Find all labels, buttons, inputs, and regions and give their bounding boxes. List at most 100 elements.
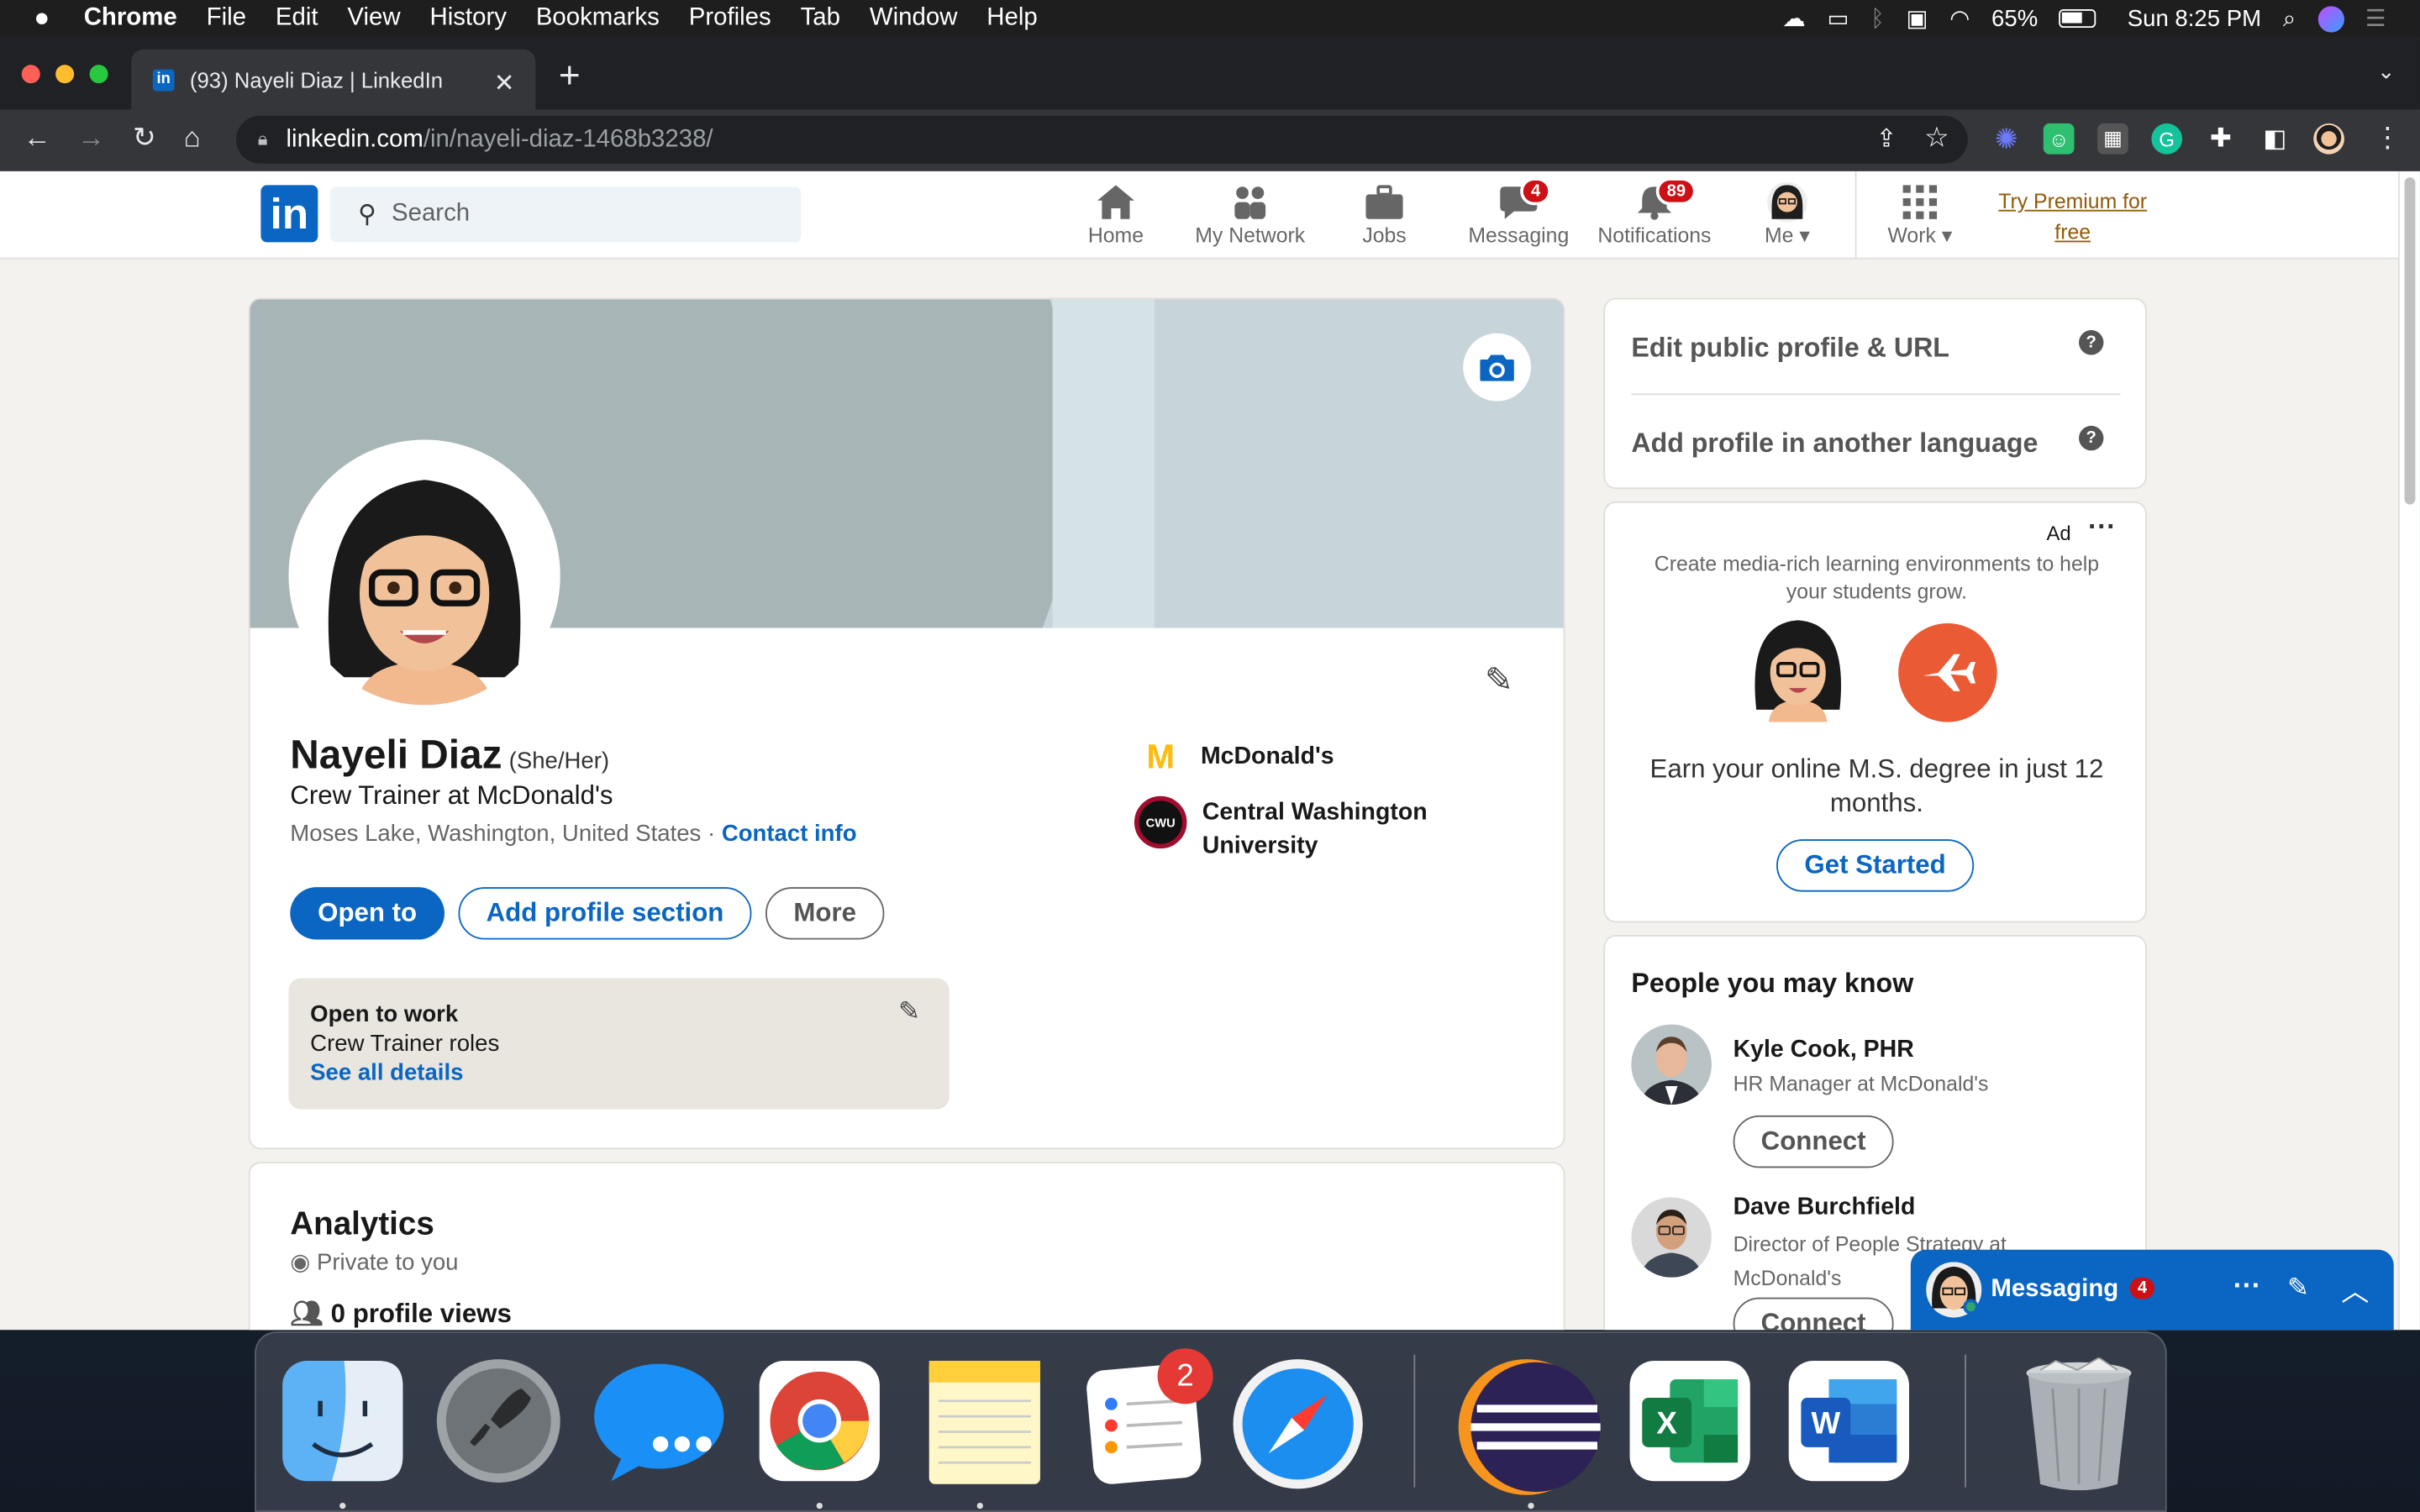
dock-launchpad[interactable] (435, 1357, 562, 1484)
person-name[interactable]: Kyle Cook, PHR (1733, 1037, 1914, 1064)
menu-file[interactable]: File (207, 5, 246, 33)
new-tab-icon[interactable]: + (559, 58, 581, 96)
banner-camera-button[interactable] (1463, 333, 1532, 402)
calendar-icon[interactable]: ▣ (1907, 5, 1928, 32)
tab-linkedin[interactable]: in (93) Nayeli Diaz | LinkedIn (131, 49, 536, 110)
nav-notifications[interactable]: 89 Notifications (1590, 177, 1719, 251)
menu-help[interactable]: Help (986, 5, 1037, 33)
extension-tiles-icon[interactable]: ▦ (2097, 123, 2128, 155)
share-icon[interactable]: ⇪ (1876, 123, 1897, 155)
edit-intro-pencil-icon[interactable]: ✎ (1485, 660, 1513, 701)
dock-word[interactable]: W (1786, 1357, 1912, 1484)
edit-public-profile-link[interactable]: Edit public profile & URL (1631, 332, 1949, 365)
person-name[interactable]: Dave Burchfield (1733, 1194, 1916, 1222)
add-profile-language-link[interactable]: Add profile in another language (1631, 428, 2038, 460)
dock-chrome[interactable] (756, 1357, 883, 1484)
icloud-icon[interactable]: ☁ (1782, 5, 1806, 32)
dock-messages[interactable] (592, 1357, 724, 1484)
person-avatar[interactable] (1631, 1197, 1712, 1278)
nav-my-network[interactable]: My Network (1188, 181, 1312, 251)
minimize-window-button[interactable] (55, 65, 75, 84)
chrome-menu-icon[interactable]: ⋮ (2374, 122, 2402, 155)
open-to-work-card[interactable]: Open to work Crew Trainer roles See all … (288, 978, 950, 1110)
apple-icon[interactable]: ● (34, 3, 50, 34)
connect-button[interactable]: Connect (1733, 1297, 1894, 1331)
back-icon[interactable]: ← (24, 122, 51, 155)
nav-jobs[interactable]: Jobs (1346, 181, 1423, 251)
chrome-profile-avatar[interactable] (2313, 123, 2344, 155)
dock-safari[interactable] (1232, 1357, 1363, 1489)
company-mcdonalds[interactable]: M McDonald's (1139, 738, 1334, 778)
close-window-button[interactable] (21, 65, 40, 84)
airplay-icon[interactable]: ▭ (1827, 5, 1849, 32)
home-icon[interactable]: ⌂ (184, 122, 201, 155)
contact-info-link[interactable]: Contact info (722, 821, 857, 847)
menu-view[interactable]: View (347, 5, 400, 33)
ad-advertiser-logo[interactable] (1898, 623, 1997, 722)
forward-icon[interactable]: → (77, 122, 105, 155)
menu-profiles[interactable]: Profiles (689, 5, 771, 33)
nav-home[interactable]: Home (1073, 181, 1160, 251)
dock-eclipse[interactable] (1455, 1357, 1607, 1495)
nav-work[interactable]: Work ▾ (1880, 181, 1960, 251)
dock-finder[interactable] (279, 1357, 406, 1484)
menu-window[interactable]: Window (870, 5, 958, 33)
connect-button[interactable]: Connect (1733, 1115, 1894, 1168)
tab-search-chevron-icon[interactable]: ⌄ (2377, 59, 2396, 85)
see-all-details-link[interactable]: See all details (310, 1060, 463, 1086)
get-started-button[interactable]: Get Started (1776, 839, 1975, 892)
close-tab-icon[interactable]: ✕ (494, 68, 515, 99)
search-input[interactable]: ⚲ Search (330, 186, 802, 243)
school-name: Central Washington University (1202, 799, 1428, 860)
lock-icon[interactable]: 🔒︎ (258, 128, 268, 151)
open-to-button[interactable]: Open to (290, 887, 445, 940)
dock-trash[interactable] (2016, 1357, 2143, 1491)
person-avatar[interactable] (1631, 1024, 1712, 1105)
bookmark-star-icon[interactable]: ☆ (1924, 122, 1949, 155)
education-cwu[interactable]: CWU Central Washington University (1134, 795, 1465, 864)
extension-green-icon[interactable]: ☺ (2043, 123, 2075, 155)
menu-bookmarks[interactable]: Bookmarks (536, 5, 660, 33)
settings-divider (1631, 393, 2121, 396)
extension-sparkle-icon[interactable]: ✺ (1991, 123, 2022, 155)
bluetooth-icon[interactable]: ᛒ (1870, 5, 1885, 31)
profile-views-link[interactable]: 👥︎ 0 profile views (290, 1299, 512, 1331)
help-icon-2[interactable]: ? (2079, 425, 2104, 451)
nav-me[interactable]: Me ▾ (1753, 181, 1821, 251)
linkedin-logo-icon[interactable]: in (260, 185, 318, 243)
page-scrollbar[interactable] (2398, 171, 2420, 1331)
dock-excel[interactable]: X (1627, 1357, 1754, 1484)
scrollbar-thumb[interactable] (2404, 177, 2416, 505)
siri-icon[interactable] (2317, 5, 2344, 32)
menu-history[interactable]: History (429, 5, 506, 33)
more-button[interactable]: More (765, 887, 885, 940)
try-premium-link[interactable]: Try Premium for free (1991, 186, 2154, 248)
expand-messaging-icon[interactable]: ︿ (2341, 1270, 2369, 1310)
messaging-overlay-bar[interactable]: Messaging 4 ··· ✎ ︿ (1910, 1249, 2394, 1331)
menu-app-name[interactable]: Chrome (84, 5, 177, 33)
address-bar[interactable]: 🔒︎ linkedin.com/in/nayeli-diaz-1468b3238… (236, 115, 1968, 164)
profile-photo[interactable] (288, 439, 560, 711)
nav-messaging[interactable]: 4 Messaging (1463, 177, 1574, 251)
control-center-icon[interactable]: ☰ (2365, 5, 2386, 32)
add-profile-section-button[interactable]: Add profile section (458, 887, 752, 940)
messaging-options-icon[interactable]: ··· (2233, 1270, 2261, 1303)
dock-reminders[interactable]: 2 (1081, 1348, 1213, 1484)
grammarly-icon[interactable]: G (2151, 123, 2183, 155)
battery-icon[interactable] (2059, 9, 2097, 29)
side-panel-icon[interactable]: ◧ (2260, 123, 2291, 155)
zoom-window-button[interactable] (89, 65, 108, 84)
compose-message-icon[interactable]: ✎ (2287, 1273, 2309, 1304)
clock[interactable]: Sun 8:25 PM (2128, 5, 2261, 31)
analytics-private-line: ◉ Private to you (290, 1248, 458, 1276)
dock-notes[interactable] (920, 1357, 1047, 1484)
spotlight-icon[interactable]: ⌕ (2283, 5, 2296, 31)
help-icon-1[interactable]: ? (2079, 330, 2104, 355)
ad-options-icon[interactable]: ··· (2088, 511, 2116, 543)
reload-icon[interactable]: ↻ (133, 122, 156, 155)
wifi-icon[interactable]: ◠ (1949, 5, 1970, 32)
menu-edit[interactable]: Edit (276, 5, 318, 33)
edit-open-to-work-pencil-icon[interactable]: ✎ (898, 997, 920, 1028)
extensions-puzzle-icon[interactable]: ✚ (2206, 123, 2237, 155)
menu-tab[interactable]: Tab (801, 5, 840, 33)
